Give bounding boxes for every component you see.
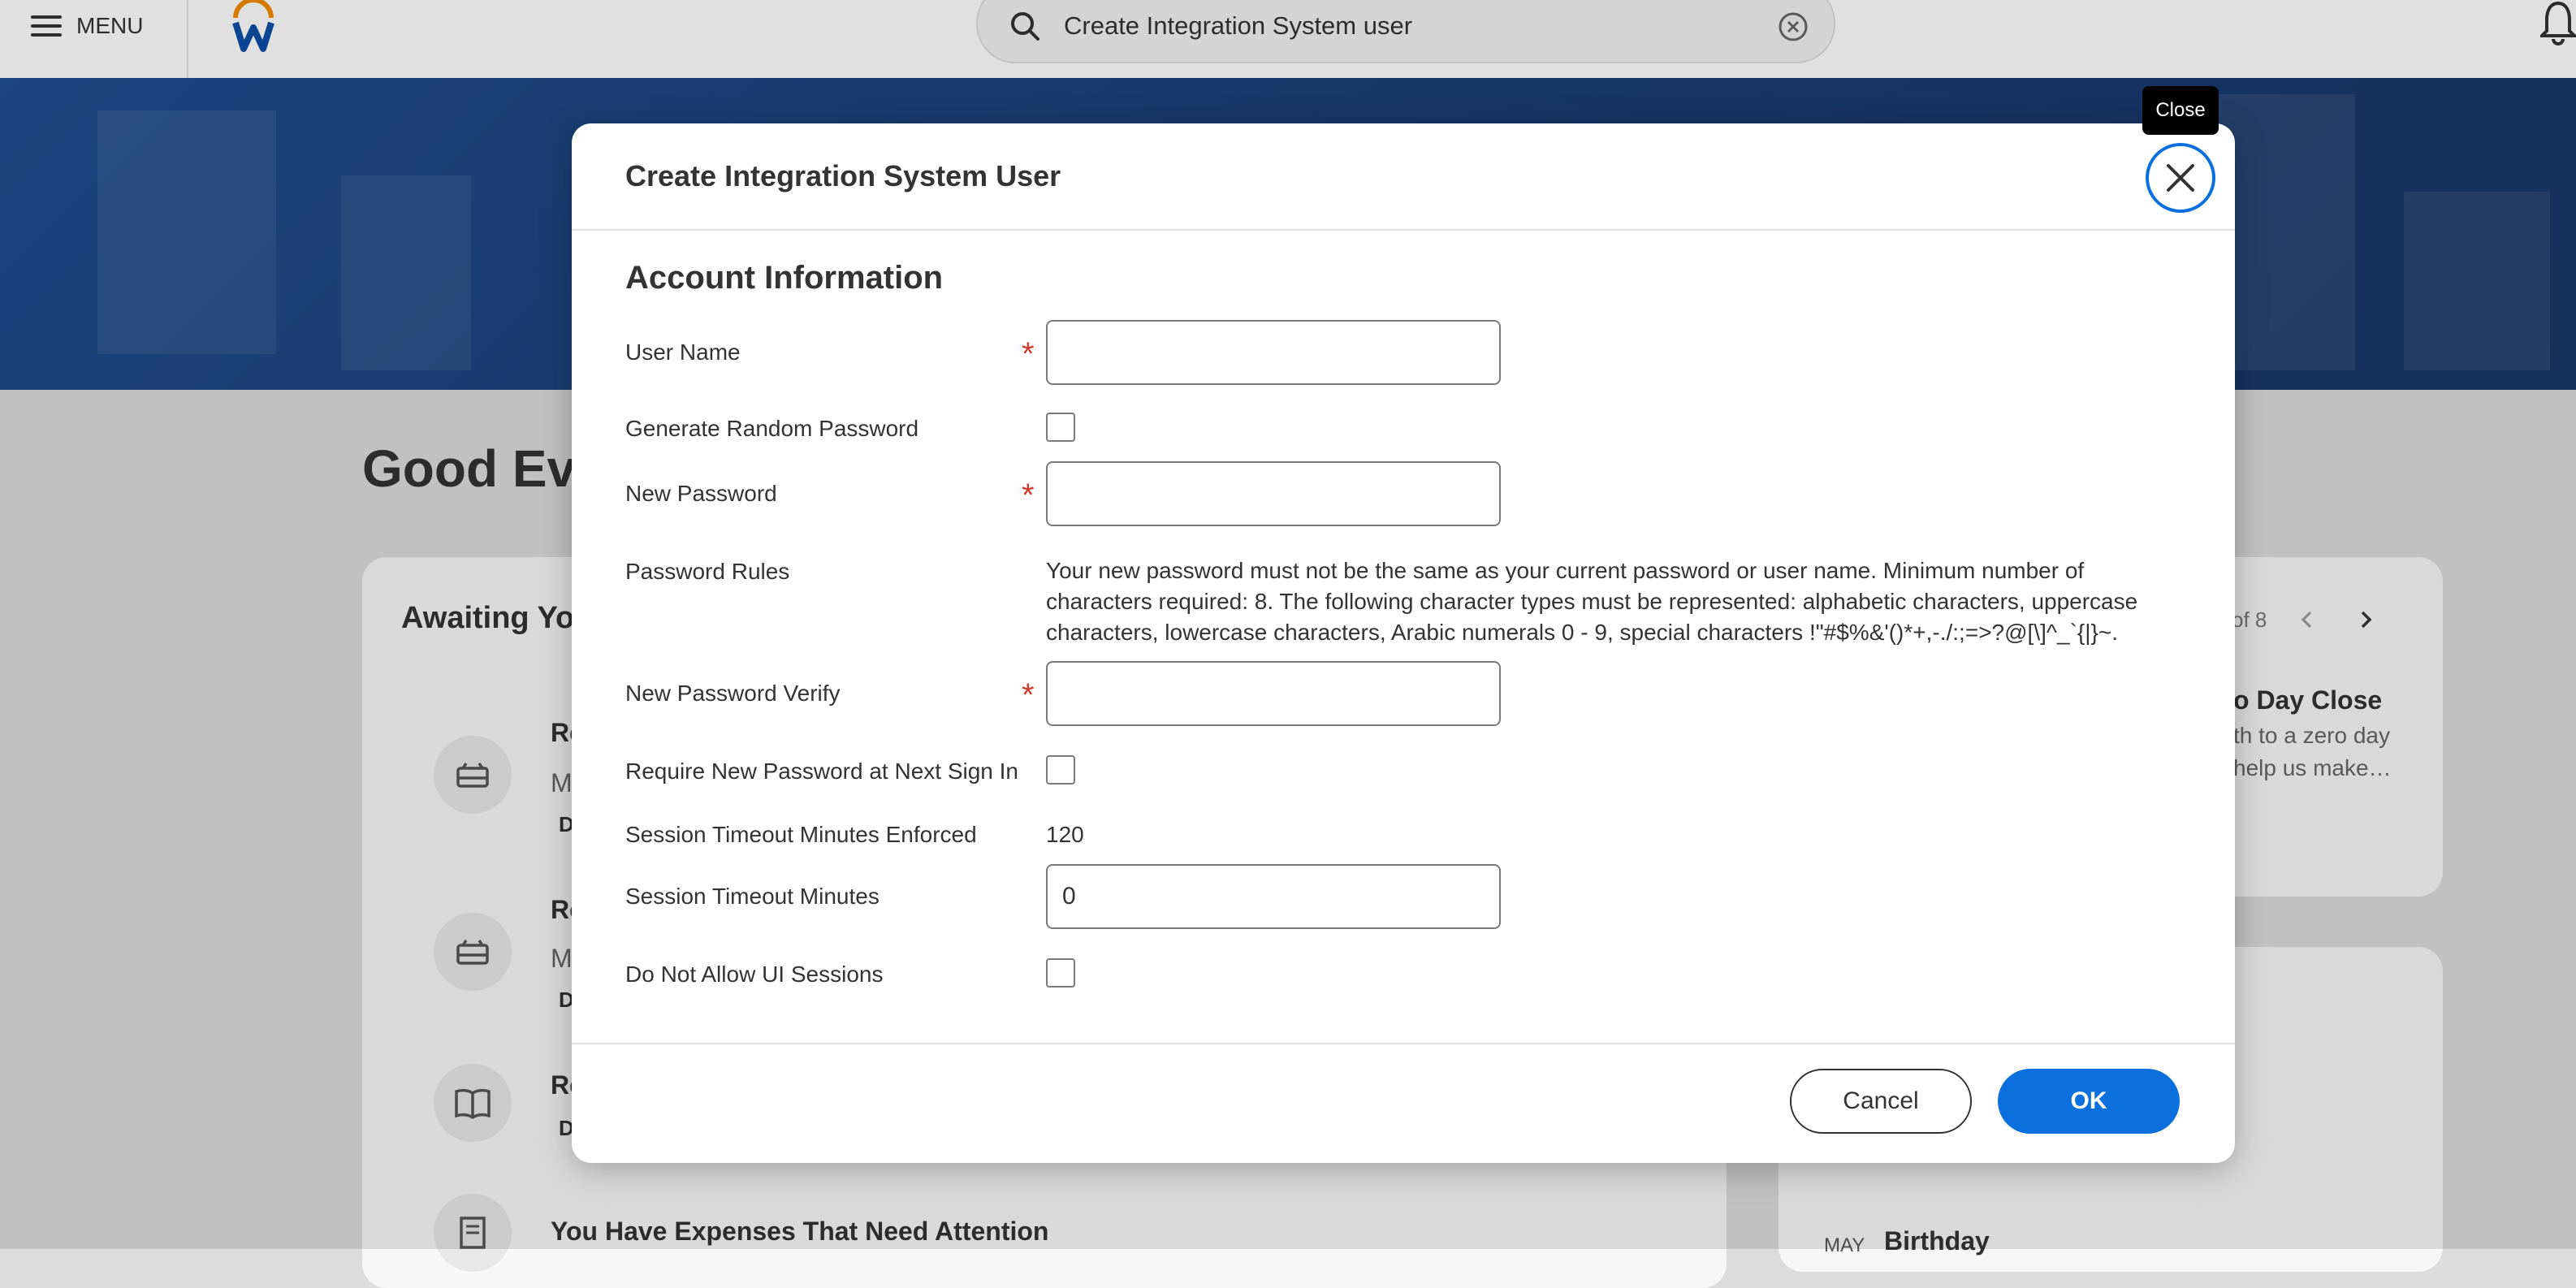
user-name-label: User Name (625, 339, 741, 365)
required-marker: * (1022, 478, 1035, 513)
session-timeout-minutes-label: Session Timeout Minutes (625, 884, 880, 909)
header-divider (572, 229, 2235, 231)
section-title: Account Information (625, 260, 944, 296)
dialog-title: Create Integration System User (625, 159, 1061, 192)
do-not-allow-ui-sessions-checkbox[interactable] (1046, 958, 1075, 988)
session-timeout-minutes-input[interactable]: 0 (1046, 864, 1501, 929)
new-password-label: New Password (625, 481, 777, 506)
password-rules-label: Password Rules (625, 559, 790, 584)
required-marker: * (1022, 336, 1035, 372)
ok-button[interactable]: OK (1998, 1069, 2180, 1134)
session-timeout-enforced-label: Session Timeout Minutes Enforced (625, 822, 977, 847)
new-password-verify-input[interactable] (1046, 661, 1501, 726)
generate-random-password-label: Generate Random Password (625, 416, 919, 441)
cancel-button[interactable]: Cancel (1790, 1069, 1972, 1134)
new-password-verify-label: New Password Verify (625, 681, 841, 706)
password-rules-text: Your new password must not be the same a… (1046, 558, 2138, 645)
require-new-password-checkbox[interactable] (1046, 755, 1075, 784)
close-tooltip: Close (2142, 86, 2219, 135)
new-password-input[interactable] (1046, 461, 1501, 526)
close-icon (2167, 164, 2194, 192)
generate-random-password-checkbox[interactable] (1046, 413, 1075, 442)
required-marker: * (1022, 677, 1035, 713)
user-name-input[interactable] (1046, 320, 1501, 385)
session-timeout-enforced-value: 120 (1046, 822, 1084, 847)
footer-divider (572, 1043, 2235, 1044)
close-button[interactable] (2146, 143, 2215, 213)
do-not-allow-ui-sessions-label: Do Not Allow UI Sessions (625, 962, 884, 987)
require-new-password-label: Require New Password at Next Sign In (625, 759, 1018, 784)
create-integration-user-dialog: Create Integration System User Account I… (572, 123, 2235, 1163)
